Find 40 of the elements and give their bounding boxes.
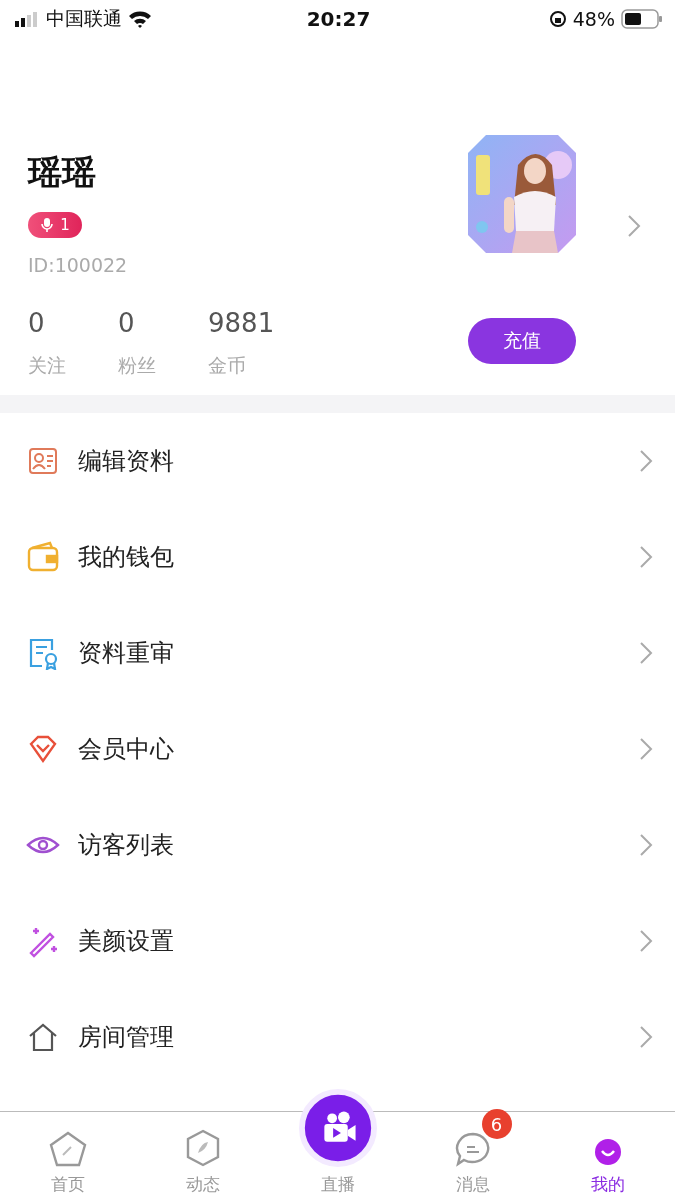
battery-percent: 48% [572, 8, 615, 30]
user-name: 瑶瑶 [28, 152, 97, 192]
user-id: ID:100022 [28, 254, 129, 277]
chevron-right-icon[interactable] [627, 214, 641, 238]
unread-badge: 6 [481, 1109, 512, 1139]
stat-value: 0 [118, 309, 136, 337]
menu-item[interactable]: 编辑资料 [0, 413, 675, 509]
tab[interactable]: 6 消息 [405, 1112, 540, 1200]
rotation-lock-icon [548, 10, 567, 28]
carrier: 中国联通 [46, 6, 122, 31]
smiley-icon [592, 1137, 623, 1167]
recharge-button[interactable]: 充值 [468, 318, 576, 364]
tab[interactable]: 我的 [540, 1112, 675, 1200]
wifi-icon [128, 10, 152, 28]
compass-icon [184, 1129, 221, 1167]
stat-label: 粉丝 [118, 353, 157, 377]
menu-item[interactable]: 房间管理 [0, 989, 675, 1085]
stat-value: 9881 [208, 309, 276, 337]
level-badge: 1 [28, 212, 82, 238]
chevron-right-icon [639, 737, 653, 761]
chevron-right-icon [639, 1025, 653, 1049]
menu-item[interactable]: 访客列表 [0, 797, 675, 893]
menu-item[interactable]: 我的钱包 [0, 509, 675, 605]
chat-bubble-icon [453, 1131, 492, 1167]
menu-item[interactable]: 美颜设置 [0, 893, 675, 989]
pentagon-icon [48, 1131, 87, 1167]
chevron-right-icon [639, 833, 653, 857]
menu-item[interactable]: 会员中心 [0, 701, 675, 797]
stat-label: 金币 [208, 353, 247, 377]
chevron-right-icon [639, 449, 653, 473]
chevron-right-icon [639, 545, 653, 569]
chevron-right-icon [639, 929, 653, 953]
menu-item[interactable]: 资料重审 [0, 605, 675, 701]
signal-icon [14, 11, 40, 27]
stat-value: 0 [28, 309, 46, 337]
battery-icon [621, 9, 663, 29]
chevron-right-icon [639, 641, 653, 665]
clock: 20:27 [306, 7, 371, 31]
stat-label: 关注 [28, 353, 67, 377]
wallet-icon [26, 540, 60, 574]
